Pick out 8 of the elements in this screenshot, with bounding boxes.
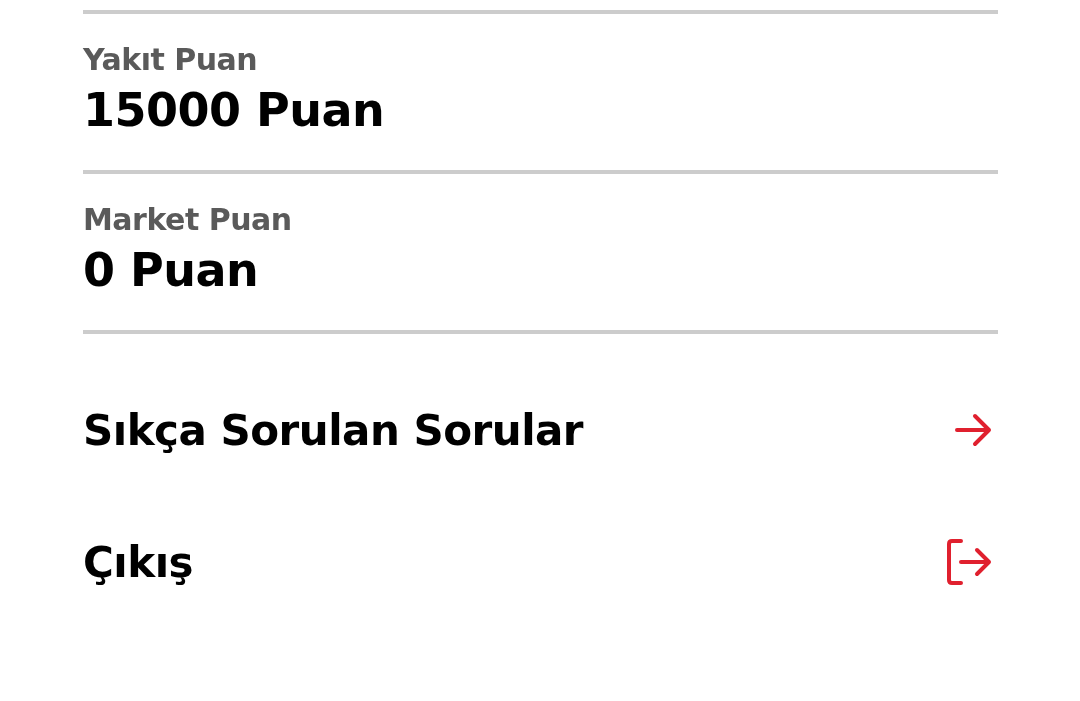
menu-item[interactable]: Çıkış (83, 496, 998, 628)
menu-item[interactable]: Sıkça Sorulan Sorular (83, 364, 998, 496)
points-label: Yakıt Puan (83, 41, 259, 79)
points-value: 15000 Puan (83, 82, 386, 139)
points-value: 0 Puan (83, 242, 260, 299)
arrow-right-icon (954, 412, 994, 448)
logout-icon (944, 537, 994, 587)
points-label: Market Puan (83, 201, 293, 239)
